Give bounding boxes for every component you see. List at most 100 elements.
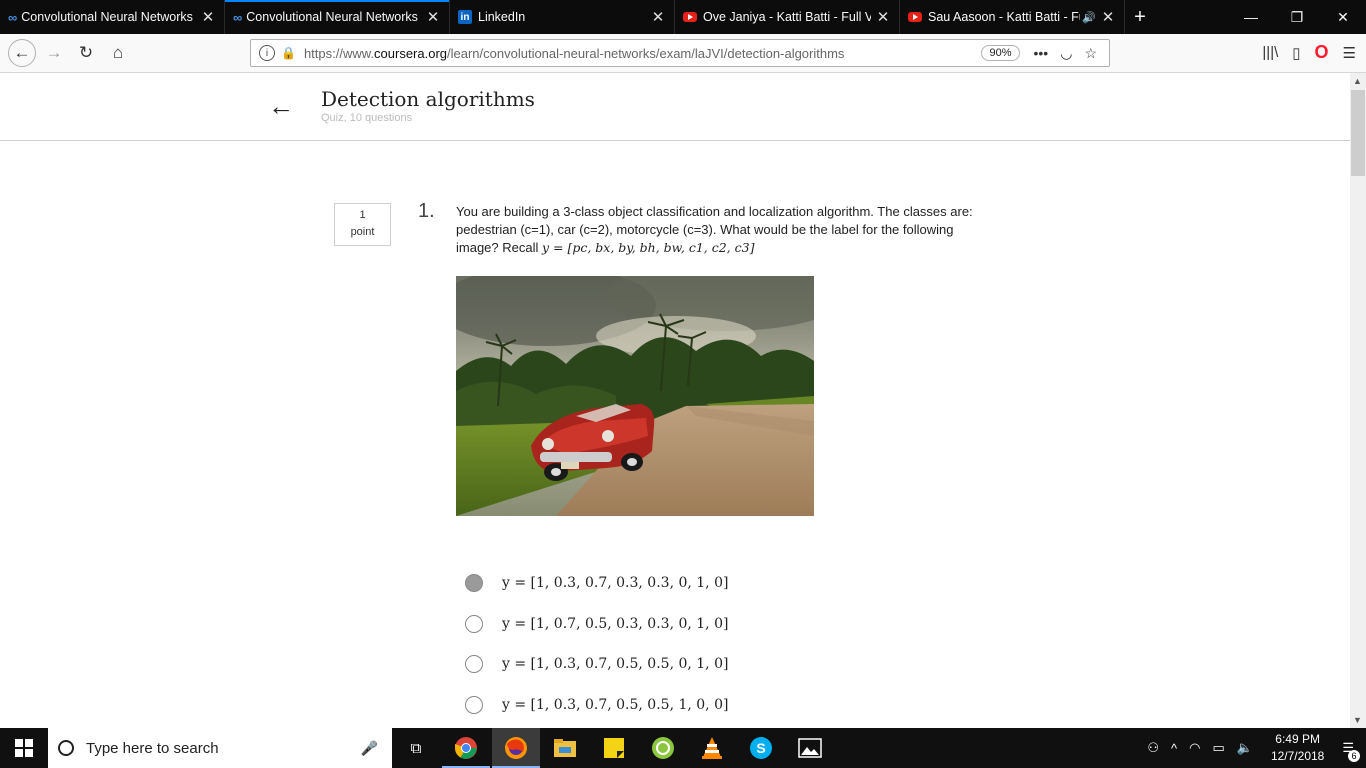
points-badge: 1 point — [334, 203, 391, 246]
tab-youtube-2[interactable]: Sau Aasoon - Katti Batti - Full Video 🔊 … — [900, 0, 1125, 34]
tab-coursera-1[interactable]: ∞ Convolutional Neural Networks ✕ — [0, 0, 225, 34]
system-tray: ⚇ ^ ◠ ▭ 🔈 6:49 PM 12/7/2018 ☰ 6 — [1141, 728, 1366, 768]
page-content: ← Detection algorithms Quiz, 10 question… — [0, 73, 1350, 728]
menu-icon[interactable]: ☰ — [1343, 44, 1356, 62]
home-button[interactable]: ⌂ — [104, 39, 132, 67]
radio-button[interactable] — [465, 696, 483, 714]
file-explorer-icon[interactable] — [541, 728, 589, 768]
windows-logo-icon — [15, 739, 33, 757]
close-icon[interactable]: ✕ — [875, 8, 891, 26]
start-button[interactable] — [0, 728, 48, 768]
close-icon[interactable]: ✕ — [650, 8, 666, 26]
scroll-thumb[interactable] — [1351, 90, 1365, 176]
question-formula: y = [pc, bx, by, bh, bw, c1, c2, c3] — [542, 240, 755, 255]
browser-tab-bar: ∞ Convolutional Neural Networks ✕ ∞ Conv… — [0, 0, 1366, 34]
page-scrollbar[interactable]: ▲ ▼ — [1350, 73, 1366, 728]
tab-title: Convolutional Neural Networks — [246, 10, 418, 24]
url-bar[interactable]: i 🔒 https://www.coursera.org/learn/convo… — [250, 39, 1110, 67]
clock-date: 12/7/2018 — [1270, 749, 1325, 763]
scroll-up-icon[interactable]: ▲ — [1353, 76, 1362, 86]
chrome-icon[interactable] — [442, 728, 490, 768]
page-actions-icon[interactable]: ••• — [1034, 45, 1049, 61]
volume-icon[interactable]: 🔈 — [1237, 740, 1253, 756]
page-title: Detection algorithms — [321, 87, 535, 111]
answer-label: y = [1, 0.3, 0.7, 0.5, 0.5, 0, 1, 0] — [502, 656, 729, 672]
answer-label: y = [1, 0.3, 0.7, 0.5, 0.5, 1, 0, 0] — [502, 697, 729, 713]
windows-taskbar: Type here to search 🎤 ⧉ S ⚇ ^ ◠ ▭ 🔈 6:49… — [0, 728, 1366, 768]
chevron-up-icon[interactable]: ^ — [1171, 741, 1177, 756]
car-photo — [456, 276, 814, 516]
battery-icon[interactable]: ▭ — [1212, 740, 1224, 756]
info-icon[interactable]: i — [259, 45, 275, 61]
answer-label: y = [1, 0.7, 0.5, 0.3, 0.3, 0, 1, 0] — [502, 616, 729, 632]
tab-title: Sau Aasoon - Katti Batti - Full Video — [928, 10, 1080, 24]
back-arrow-icon[interactable]: ← — [268, 91, 294, 122]
url-text[interactable]: https://www.coursera.org/learn/convoluti… — [304, 46, 982, 61]
sidebar-icon[interactable]: ▯ — [1292, 44, 1300, 62]
lock-icon: 🔒 — [281, 46, 296, 60]
answer-option[interactable]: y = [1, 0.3, 0.7, 0.3, 0.3, 0, 1, 0] — [465, 574, 728, 592]
reload-button[interactable]: ↻ — [72, 39, 100, 67]
green-app-icon[interactable] — [639, 728, 687, 768]
cortana-icon — [58, 740, 74, 756]
search-placeholder: Type here to search — [86, 739, 219, 757]
scroll-down-icon[interactable]: ▼ — [1353, 715, 1362, 725]
window-controls: — ❐ ✕ — [1228, 0, 1366, 34]
back-button[interactable]: ← — [8, 39, 36, 67]
coursera-icon: ∞ — [233, 9, 242, 25]
pocket-icon[interactable]: ◡ — [1060, 45, 1072, 62]
tab-youtube-1[interactable]: Ove Janiya - Katti Batti - Full Video ✕ — [675, 0, 900, 34]
photos-icon[interactable] — [786, 728, 834, 768]
minimize-icon[interactable]: — — [1228, 0, 1274, 34]
radio-button[interactable] — [465, 574, 483, 592]
youtube-icon — [683, 12, 697, 22]
close-window-icon[interactable]: ✕ — [1320, 0, 1366, 34]
close-icon[interactable]: ✕ — [200, 8, 216, 26]
youtube-icon — [908, 12, 922, 22]
vlc-icon[interactable] — [688, 728, 736, 768]
answer-option[interactable]: y = [1, 0.3, 0.7, 0.5, 0.5, 0, 1, 0] — [465, 655, 728, 673]
answer-option[interactable]: y = [1, 0.3, 0.7, 0.5, 0.5, 1, 0, 0] — [465, 696, 728, 714]
question-number: 1. — [418, 200, 435, 222]
sticky-notes-icon[interactable] — [590, 728, 638, 768]
taskbar-clock[interactable]: 6:49 PM 12/7/2018 — [1271, 731, 1324, 765]
forward-button[interactable]: → — [40, 39, 68, 67]
tab-title: Ove Janiya - Katti Batti - Full Video — [703, 10, 871, 24]
radio-button[interactable] — [465, 615, 483, 633]
taskbar-search[interactable]: Type here to search 🎤 — [48, 728, 392, 768]
bookmark-star-icon[interactable]: ☆ — [1084, 45, 1097, 62]
radio-button[interactable] — [465, 655, 483, 673]
tab-title: LinkedIn — [478, 10, 526, 24]
zoom-level[interactable]: 90% — [981, 45, 1020, 61]
firefox-icon[interactable] — [492, 728, 540, 768]
people-icon[interactable]: ⚇ — [1147, 740, 1159, 756]
notification-count: 6 — [1348, 750, 1360, 762]
navigation-toolbar: ← → ↻ ⌂ i 🔒 https://www.coursera.org/lea… — [0, 34, 1366, 73]
wifi-icon[interactable]: ◠ — [1189, 740, 1200, 756]
points-label: point — [350, 226, 375, 238]
new-tab-button[interactable]: + — [1125, 0, 1155, 34]
answer-label: y = [1, 0.3, 0.7, 0.3, 0.3, 0, 1, 0] — [502, 575, 729, 591]
tab-coursera-2[interactable]: ∞ Convolutional Neural Networks ✕ — [225, 0, 450, 34]
points-value: 1 — [359, 209, 366, 221]
tab-title: Convolutional Neural Networks — [21, 10, 193, 24]
coursera-icon: ∞ — [8, 9, 17, 25]
svg-text:S: S — [756, 740, 765, 756]
speaker-icon[interactable]: 🔊 — [1082, 11, 1096, 24]
library-icon[interactable]: |||\ — [1262, 44, 1278, 61]
quiz-subtitle: Quiz, 10 questions — [321, 112, 413, 124]
opera-icon[interactable]: O — [1315, 42, 1329, 63]
skype-icon[interactable]: S — [737, 728, 785, 768]
answer-option[interactable]: y = [1, 0.7, 0.5, 0.3, 0.3, 0, 1, 0] — [465, 615, 728, 633]
question-text: You are building a 3-class object classi… — [456, 203, 986, 257]
microphone-icon[interactable]: 🎤 — [361, 740, 378, 757]
linkedin-icon: in — [458, 10, 472, 24]
quiz-header: ← Detection algorithms Quiz, 10 question… — [0, 73, 1350, 141]
tab-linkedin[interactable]: in LinkedIn ✕ — [450, 0, 675, 34]
close-icon[interactable]: ✕ — [425, 8, 441, 26]
notifications-icon[interactable]: ☰ 6 — [1342, 740, 1360, 762]
restore-icon[interactable]: ❐ — [1274, 0, 1320, 34]
task-view-icon[interactable]: ⧉ — [392, 728, 440, 768]
close-icon[interactable]: ✕ — [1100, 8, 1116, 26]
clock-time: 6:49 PM — [1275, 732, 1320, 746]
